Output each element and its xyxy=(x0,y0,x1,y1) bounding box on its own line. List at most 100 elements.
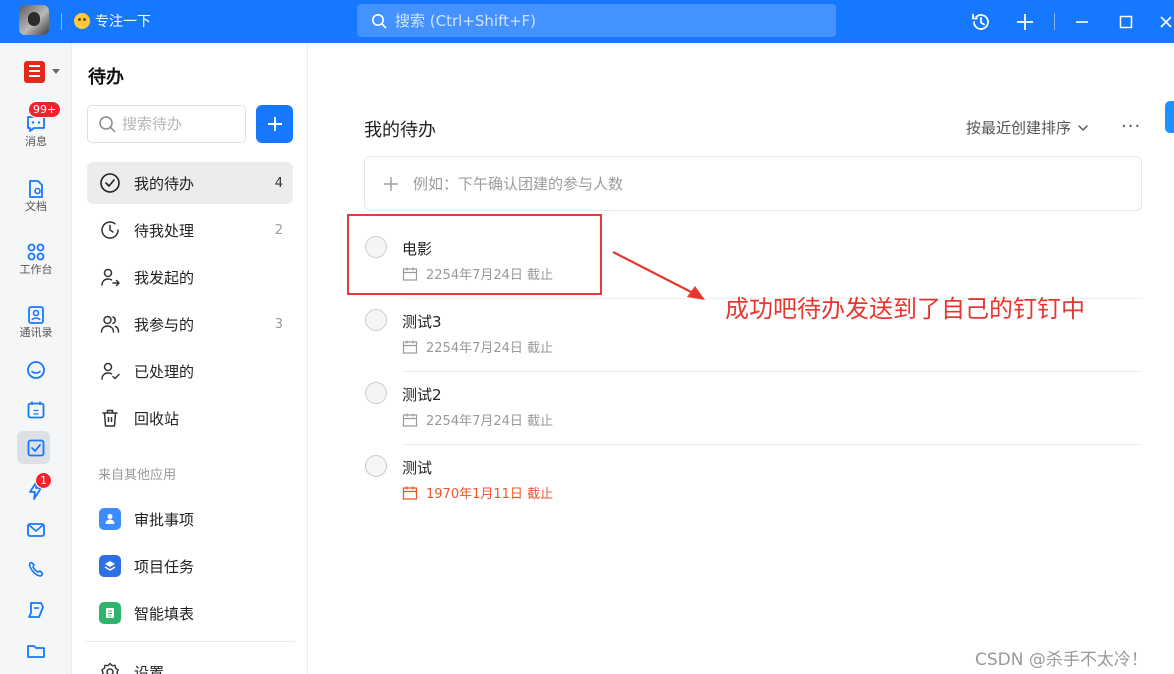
project-app-icon xyxy=(97,553,123,579)
rail-item-workbench[interactable]: 工作台 xyxy=(0,241,72,276)
task-complete-checkbox[interactable] xyxy=(365,382,387,404)
rail-item-contacts[interactable]: 通讯录 xyxy=(0,304,72,339)
minimize-button[interactable] xyxy=(1069,9,1095,35)
history-icon xyxy=(972,13,989,30)
more-options-button[interactable]: ··· xyxy=(1121,116,1141,137)
layers-icon xyxy=(99,555,121,577)
sidebar-item-settings[interactable]: 设置 xyxy=(87,651,293,674)
rail-item-todo[interactable] xyxy=(0,437,72,459)
sidebar-item-my-todos[interactable]: 我的待办 4 xyxy=(87,162,293,204)
calendar-icon xyxy=(27,401,45,419)
todo-check-icon xyxy=(27,439,45,457)
rail-item-messages[interactable]: 消息 xyxy=(0,113,72,148)
sidebar-item-count: 3 xyxy=(274,316,283,332)
quick-add-todo[interactable] xyxy=(364,156,1142,211)
user-avatar[interactable] xyxy=(19,5,49,35)
form-icon xyxy=(99,602,121,624)
other-apps-section-label: 来自其他应用 xyxy=(98,468,177,483)
task-title[interactable]: 测试3 xyxy=(402,311,442,332)
calendar-overdue-icon xyxy=(402,486,418,500)
quick-add-input[interactable] xyxy=(413,174,1013,193)
chevron-down-icon xyxy=(1078,124,1088,131)
annotation-text: 成功吧待办发送到了自己的钉钉中 xyxy=(725,295,1085,323)
maximize-button[interactable] xyxy=(1113,9,1139,35)
sidebar-item-pending[interactable]: 待我处理 2 xyxy=(87,209,293,251)
sidebar-item-participated[interactable]: 我参与的 3 xyxy=(87,303,293,345)
task-due-overdue: 1970年1月11日 截止 xyxy=(402,483,553,502)
sidebar-item-label: 我的待办 xyxy=(134,174,195,193)
todo-main: 我的待办 按最近创建排序 ··· 电影 2254年7月24日 截止 xyxy=(309,43,1174,674)
add-todo-button[interactable] xyxy=(256,105,293,143)
sidebar-item-processed[interactable]: 已处理的 xyxy=(87,350,293,392)
rail-label-docs: 文档 xyxy=(25,200,47,213)
messages-badge: 99+ xyxy=(28,101,62,118)
plus-icon xyxy=(267,117,282,131)
history-button[interactable] xyxy=(968,9,994,35)
new-button[interactable] xyxy=(1012,9,1038,35)
task-item[interactable]: 测试 1970年1月11日 截止 xyxy=(364,445,1142,518)
rail-item-call[interactable] xyxy=(0,559,72,581)
title-separator xyxy=(1054,13,1055,30)
close-button[interactable] xyxy=(1153,9,1174,35)
sort-label: 按最近创建排序 xyxy=(966,119,1072,137)
rail-item-docs[interactable]: 文档 xyxy=(0,178,72,213)
sidebar-item-label: 已处理的 xyxy=(134,362,195,381)
page-title: 我的待办 xyxy=(364,120,436,141)
sidebar-item-label: 回收站 xyxy=(134,409,180,428)
sidebar-divider xyxy=(85,641,295,642)
rail-item-calendar[interactable] xyxy=(0,399,72,421)
workbench-icon xyxy=(27,243,45,261)
sidebar-item-label: 我发起的 xyxy=(134,268,195,287)
ding-badge: 1 xyxy=(35,472,52,489)
task-title[interactable]: 测试2 xyxy=(402,384,442,405)
task-title[interactable]: 测试 xyxy=(402,457,432,478)
rail-item-teambition[interactable] xyxy=(0,599,72,621)
task-due-text: 1970年1月11日 截止 xyxy=(426,487,554,502)
sidebar-item-trash[interactable]: 回收站 xyxy=(87,397,293,439)
org-logo-icon[interactable] xyxy=(24,61,45,83)
close-icon xyxy=(1160,16,1172,28)
task-item[interactable]: 测试2 2254年7月24日 截止 xyxy=(364,372,1142,445)
task-complete-checkbox[interactable] xyxy=(365,455,387,477)
side-panel-tab[interactable] xyxy=(1165,101,1174,133)
rail-label-contacts: 通讯录 xyxy=(19,326,53,339)
sidebar-item-count: 2 xyxy=(274,222,283,238)
todo-search[interactable] xyxy=(87,105,246,143)
sidebar-item-label: 待我处理 xyxy=(134,221,195,240)
focus-mode-button[interactable]: 专注一下 xyxy=(74,11,151,31)
user-check-icon xyxy=(97,358,123,384)
sidebar-item-smart-forms[interactable]: 智能填表 xyxy=(87,592,293,634)
approval-icon xyxy=(99,508,121,530)
cloud-drive-icon xyxy=(27,361,45,379)
trash-icon xyxy=(97,405,123,431)
sidebar-item-created[interactable]: 我发起的 xyxy=(87,256,293,298)
minimize-icon xyxy=(1076,21,1088,23)
org-switch-caret-icon[interactable] xyxy=(52,69,60,74)
focus-mode-label: 专注一下 xyxy=(95,14,151,30)
sidebar-item-project-tasks[interactable]: 项目任务 xyxy=(87,545,293,587)
sidebar-item-label: 设置 xyxy=(134,663,165,674)
emoji-face-icon xyxy=(74,13,90,29)
title-divider xyxy=(61,13,62,30)
todo-search-input[interactable] xyxy=(122,115,242,133)
rail-item-folder[interactable] xyxy=(0,639,72,661)
annotation-arrow-icon xyxy=(612,251,705,300)
annotation-highlight-box xyxy=(347,214,602,295)
global-search[interactable] xyxy=(357,4,836,37)
sidebar-title: 待办 xyxy=(88,67,124,88)
calendar-icon xyxy=(402,413,418,427)
user-send-icon xyxy=(97,264,123,290)
sidebar-item-label: 我参与的 xyxy=(134,315,195,334)
rail-item-mail[interactable] xyxy=(0,519,72,541)
task-complete-checkbox[interactable] xyxy=(365,309,387,331)
rail-label-workbench: 工作台 xyxy=(19,263,53,276)
phone-icon xyxy=(28,561,44,577)
users-icon xyxy=(97,311,123,337)
sidebar-item-approvals[interactable]: 审批事项 xyxy=(87,498,293,540)
sort-dropdown[interactable]: 按最近创建排序 xyxy=(966,117,1089,138)
global-search-input[interactable] xyxy=(395,11,815,30)
rail-item-drive[interactable] xyxy=(0,359,72,381)
task-due: 2254年7月24日 截止 xyxy=(402,410,553,429)
dingtalk-window: 专注一下 搜索 (Ctrl+Shift+F) 消息 99+ 文档 工作台 通讯录… xyxy=(0,0,1174,674)
task-due-text: 2254年7月24日 截止 xyxy=(426,341,554,356)
